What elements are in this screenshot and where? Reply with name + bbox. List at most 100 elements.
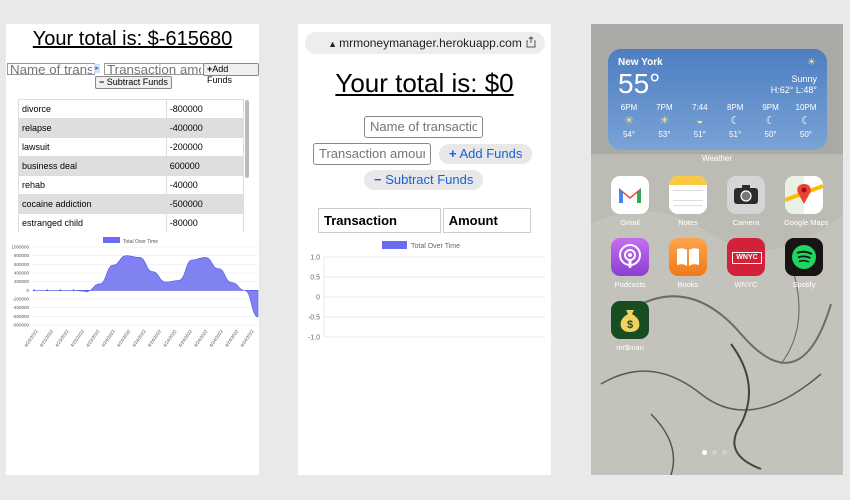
weather-city: New York: [618, 57, 663, 68]
transaction-name-input[interactable]: [7, 63, 95, 75]
transaction-amount-cell: -400000: [165, 118, 245, 138]
page-dot: [702, 450, 707, 455]
table-scrollbar[interactable]: [245, 100, 249, 178]
share-icon[interactable]: [525, 36, 537, 48]
data-point: [46, 289, 49, 292]
app-google-maps[interactable]: Google Maps: [784, 176, 829, 227]
app-gmail[interactable]: Gmail: [610, 176, 650, 227]
sun-icon: ☀: [624, 115, 634, 127]
weather-high-low: H:62° L:48°: [770, 85, 817, 95]
transaction-name-cell: lawsuit: [18, 137, 167, 157]
x-tick-label: 4/24/2022: [116, 328, 132, 348]
app-books[interactable]: Books: [668, 238, 708, 289]
forecast-hour: 9PM ☾ 50°: [754, 103, 788, 147]
mobile-browser-panel: ▲ mrmoneymanager.herokuapp.com Your total…: [298, 24, 551, 475]
autofill-icon[interactable]: ▸: [94, 64, 100, 73]
app-label: Spotify: [792, 280, 816, 289]
minus-icon: −: [374, 172, 382, 187]
gmail-icon: [611, 176, 649, 214]
x-tick-label: 4/23/2022: [39, 328, 55, 348]
page-dot: [712, 450, 717, 455]
forecast-hour: 8PM ☾ 51°: [718, 103, 752, 147]
forecast-time: 8PM: [726, 103, 744, 112]
transaction-amount-cell: -800000: [165, 99, 245, 119]
y-tick-label: 0.5: [310, 275, 320, 282]
legend-label: Total Over Time: [411, 243, 460, 250]
forecast-time: 7PM: [656, 103, 673, 112]
transaction-amount-input[interactable]: [313, 143, 431, 165]
subtract-funds-button[interactable]: − Subtract Funds: [95, 76, 172, 89]
add-funds-button[interactable]: +Add Funds: [203, 63, 259, 85]
x-tick-label: 4/24/2022: [100, 328, 116, 348]
app-podcasts[interactable]: Podcasts: [610, 238, 650, 289]
app-camera[interactable]: Camera: [726, 176, 766, 227]
sunset-icon: ◒: [696, 115, 704, 127]
y-tick-label: 1000000: [11, 245, 29, 250]
app-label: WNYC: [734, 280, 758, 289]
table-header-row: Transaction Amount: [318, 208, 531, 233]
data-point: [85, 290, 88, 293]
app-label: Google Maps: [784, 218, 829, 227]
add-funds-label: Add Funds: [459, 146, 523, 161]
subtract-funds-button[interactable]: − Subtract Funds: [364, 170, 484, 190]
legend-swatch: [382, 241, 407, 249]
data-point: [59, 289, 62, 292]
transaction-amount-input[interactable]: [104, 63, 204, 75]
forecast-temp: 53°: [658, 130, 671, 139]
desktop-app-panel: Your total is: $-615680 ▸ +Add Funds − S…: [6, 24, 259, 475]
app-notes[interactable]: Notes: [668, 176, 708, 227]
app-label: Notes: [678, 218, 698, 227]
forecast-temp: 54°: [622, 130, 636, 139]
x-tick-label: 4/23/2022: [23, 328, 39, 348]
y-tick-label: -600000: [12, 314, 29, 319]
x-tick-label: 4/23/2022: [85, 328, 101, 348]
transaction-amount-cell: -40000: [165, 175, 245, 195]
address-bar[interactable]: ▲ mrmoneymanager.herokuapp.com: [305, 32, 545, 54]
app-label: Gmail: [620, 218, 640, 227]
transactions-table-scroll[interactable]: divorce -800000 relapse -400000 lawsuit -20…: [18, 99, 254, 232]
app-label: Camera: [732, 218, 760, 227]
sun-icon: ☀: [659, 115, 670, 127]
app-wnyc[interactable]: WNYC WNYC: [726, 238, 766, 289]
column-header-transaction: Transaction: [318, 208, 441, 233]
total-heading: Your total is: $0: [335, 68, 514, 98]
moon-icon: ☾: [730, 115, 741, 127]
plus-icon: +: [449, 146, 457, 161]
transaction-name-input[interactable]: [364, 116, 483, 138]
forecast-temp: 50°: [799, 130, 812, 139]
y-tick-label: 0: [26, 288, 29, 293]
app-mr-man[interactable]: $ mr$man: [610, 301, 650, 352]
forecast-hour: 6PM ☀ 54°: [612, 103, 646, 147]
x-tick-label: 4/23/2022: [54, 328, 70, 348]
forecast-temp: 51°: [729, 130, 742, 139]
forecast-temp: 50°: [764, 130, 777, 139]
x-tick-label: 4/24/2022: [208, 328, 224, 348]
transaction-form: ▸ +Add Funds − Subtract Funds: [7, 63, 259, 89]
moon-icon: ☾: [765, 115, 776, 127]
transactions-table: divorce -800000 relapse -400000 lawsuit -20…: [18, 99, 245, 232]
spotify-icon: [785, 238, 823, 276]
data-point: [72, 289, 75, 292]
total-over-time-chart: Total Over Time 1000000 800000 600000 400000…: [11, 237, 259, 348]
x-tick-label: 4/24/2022: [178, 328, 194, 348]
page-indicator[interactable]: [702, 450, 727, 455]
x-tick-label: 4/24/2022: [224, 328, 240, 348]
app-label: Books: [677, 280, 699, 289]
x-tick-label: 4/24/2022: [147, 328, 163, 348]
wnyc-icon: WNYC: [727, 238, 765, 276]
y-tick-label: 200000: [14, 279, 30, 284]
page-dot: [722, 450, 727, 455]
y-tick-label: -400000: [12, 305, 29, 310]
hourly-forecast: 6PM ☀ 54° 7PM ☀ 53° 7:44 ◒ 51° 8PM ☾ 51° 9PM ☾ 50°…: [612, 103, 823, 147]
app-spotify[interactable]: Spotify: [784, 238, 824, 289]
table-row: cocaine addiction -500000: [18, 194, 245, 214]
table-row: divorce -800000: [18, 99, 245, 119]
lock-icon: ▲: [328, 39, 338, 49]
x-tick-label: 4/24/2022: [193, 328, 209, 348]
forecast-time: 7:44: [691, 103, 708, 112]
subtract-funds-label: Subtract Funds: [385, 172, 474, 187]
add-funds-button[interactable]: + Add Funds: [439, 144, 533, 164]
total-over-time-chart: Total Over Time 1.0 0.5 0 -0.5 -1.0: [308, 241, 545, 342]
weather-widget[interactable]: New York 55° ☀ Sunny H:62° L:48° 6PM ☀ 54°…: [608, 49, 827, 150]
minus-icon: −: [99, 77, 105, 87]
